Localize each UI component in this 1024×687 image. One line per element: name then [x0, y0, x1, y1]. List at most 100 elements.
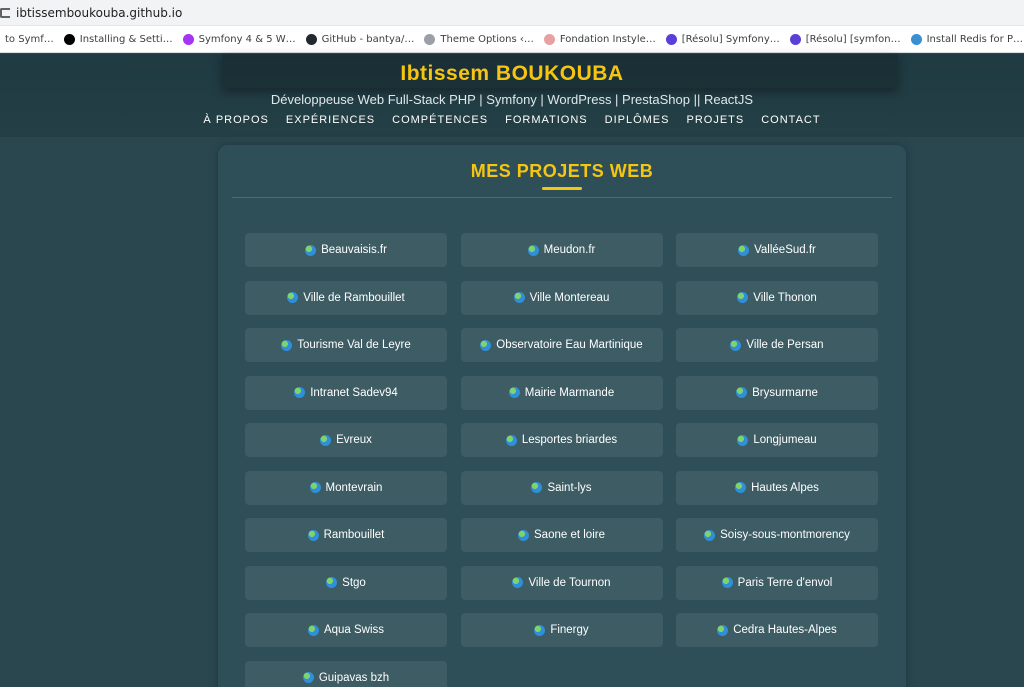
globe-icon	[305, 244, 317, 256]
project-label: Mairie Marmande	[524, 386, 615, 399]
project-label: Rambouillet	[323, 529, 385, 541]
bookmark-item[interactable]: Installing & Setti…	[59, 26, 178, 52]
globe-icon	[320, 434, 332, 446]
project-label: Observatoire Eau Martinique	[496, 339, 643, 351]
main-nav: À PROPOS EXPÉRIENCES COMPÉTENCES FORMATIONS…	[0, 114, 1024, 126]
project-button[interactable]: Intranet Sadev94	[245, 375, 447, 410]
bookmarks-bar: to Symf… Installing & Setti… Symfony 4 & 5…	[0, 26, 1024, 53]
bookmark-label: Fondation Instyle…	[559, 33, 656, 45]
project-button[interactable]: Finergy	[460, 613, 663, 647]
globe-icon	[307, 624, 319, 636]
bookmark-item[interactable]: Install Redis for P…	[906, 26, 1024, 52]
bookmark-label: Theme Options ‹…	[440, 33, 534, 45]
project-button[interactable]: Stgo	[245, 565, 447, 600]
nav-link-contact[interactable]: CONTACT	[761, 114, 820, 126]
project-button[interactable]: Ville de Rambouillet	[245, 280, 447, 315]
site-title: Ibtissem BOUKOUBA	[400, 62, 624, 85]
projects-grid: Beauvaisis.fr Meudon.fr ValléeSud.fr Ville …	[245, 233, 879, 687]
globe-icon	[512, 577, 524, 588]
globe-icon	[287, 292, 299, 303]
project-button[interactable]: Montevrain	[245, 470, 447, 505]
project-button[interactable]: Soisy-sous-montmorency	[676, 518, 878, 552]
project-label: Aqua Swiss	[323, 624, 385, 636]
globe-icon	[737, 292, 749, 303]
url-text[interactable]: ibtissemboukouba.github.io	[16, 6, 182, 20]
project-button[interactable]: Ville Thonon	[676, 280, 878, 315]
bookmark-item[interactable]: to Symf…	[0, 26, 59, 52]
project-button[interactable]: Ville de Persan	[676, 328, 878, 362]
project-label: Ville de Tournon	[528, 576, 611, 589]
bookmark-item[interactable]: Fondation Instyle…	[539, 26, 661, 52]
project-label: Ville Thonon	[753, 291, 817, 304]
globe-icon	[736, 387, 748, 398]
project-label: Lesportes briardes	[521, 434, 618, 446]
globe-icon	[505, 434, 517, 446]
title-underline	[542, 187, 582, 190]
project-button[interactable]: Beauvaisis.fr	[245, 233, 447, 267]
globe-icon	[281, 339, 293, 351]
project-label: Cedra Hautes-Alpes	[733, 624, 837, 636]
project-button[interactable]: Hautes Alpes	[676, 470, 878, 505]
project-label: Tourisme Val de Leyre	[297, 339, 411, 351]
site-info-icon[interactable]	[0, 7, 10, 18]
bookmark-label: Symfony 4 & 5 W…	[198, 33, 296, 45]
bookmark-label: [Résolu] Symfony…	[681, 33, 780, 45]
project-button[interactable]: Cedra Hautes-Alpes	[676, 613, 878, 647]
globe-icon	[480, 339, 492, 351]
divider	[232, 197, 892, 198]
section-title: MES PROJETS WEB	[470, 161, 654, 181]
nav-link-projets[interactable]: PROJETS	[686, 114, 744, 126]
bookmark-item[interactable]: Symfony 4 & 5 W…	[178, 26, 301, 52]
nav-link-exp-riences[interactable]: EXPÉRIENCES	[286, 114, 375, 126]
bookmark-item[interactable]: [Résolu] Symfony…	[661, 26, 785, 52]
nav-link-formations[interactable]: FORMATIONS	[505, 114, 588, 126]
project-label: Ville de Persan	[746, 339, 824, 351]
project-label: Hautes Alpes	[751, 481, 819, 494]
project-button[interactable]: Saint-lys	[460, 470, 663, 505]
project-button[interactable]: Mairie Marmande	[460, 375, 663, 410]
symfony-icon	[63, 33, 75, 45]
project-button[interactable]: Brysurmarne	[676, 375, 878, 410]
site-header: Ibtissem BOUKOUBA Développeuse Web Full-…	[0, 54, 1024, 137]
project-button[interactable]: Lesportes briardes	[460, 423, 663, 457]
bookmark-item[interactable]: GitHub - bantya/…	[301, 26, 420, 52]
project-button[interactable]: Evreux	[245, 423, 447, 457]
projects-panel: MES PROJETS WEB Beauvaisis.fr Meudon.fr Va…	[218, 145, 906, 687]
project-label: Stgo	[342, 576, 366, 589]
project-label: Paris Terre d'envol	[737, 576, 833, 589]
bookmark-label: to Symf…	[5, 33, 54, 45]
project-button[interactable]: Aqua Swiss	[245, 613, 447, 647]
bookmark-label: Install Redis for P…	[926, 33, 1023, 45]
project-button[interactable]: Meudon.fr	[460, 233, 663, 267]
project-label: Ville Montereau	[529, 291, 610, 304]
nav-link-comp-tences[interactable]: COMPÉTENCES	[392, 114, 488, 126]
project-label: Evreux	[336, 434, 372, 446]
project-button[interactable]: Saone et loire	[460, 518, 663, 552]
project-button[interactable]: ValléeSud.fr	[676, 233, 878, 267]
project-button[interactable]: Ville de Tournon	[460, 565, 663, 600]
bookmark-label: [Résolu] [symfon…	[805, 33, 901, 45]
project-button[interactable]: Longjumeau	[676, 423, 878, 457]
nav-link-dipl-mes[interactable]: DIPLÔMES	[605, 114, 670, 126]
project-button[interactable]: Guipavas bzh	[245, 660, 447, 687]
project-button[interactable]: Rambouillet	[245, 518, 447, 552]
globe-icon	[326, 577, 338, 588]
globe-icon	[527, 244, 539, 256]
site-subtitle: Développeuse Web Full-Stack PHP | Symfon…	[270, 92, 754, 107]
bookmark-label: Installing & Setti…	[79, 33, 173, 45]
bookmark-item[interactable]: [Résolu] [symfon…	[785, 26, 906, 52]
project-button[interactable]: Tourisme Val de Leyre	[245, 328, 447, 362]
project-button[interactable]: Ville Montereau	[460, 280, 663, 315]
globe-icon	[531, 482, 543, 493]
project-label: Finergy	[550, 624, 589, 636]
project-label: Brysurmarne	[752, 386, 818, 399]
globe-icon	[309, 482, 321, 493]
globe-icon	[294, 387, 306, 398]
bookmark-item[interactable]: Theme Options ‹…	[419, 26, 538, 52]
project-button[interactable]: Observatoire Eau Martinique	[460, 328, 663, 362]
project-button[interactable]: Paris Terre d'envol	[676, 565, 878, 600]
address-bar[interactable]: ibtissemboukouba.github.io	[0, 0, 1024, 26]
nav-link-propos[interactable]: À PROPOS	[203, 114, 268, 126]
forum-icon	[665, 33, 677, 45]
globe-icon	[717, 624, 729, 636]
